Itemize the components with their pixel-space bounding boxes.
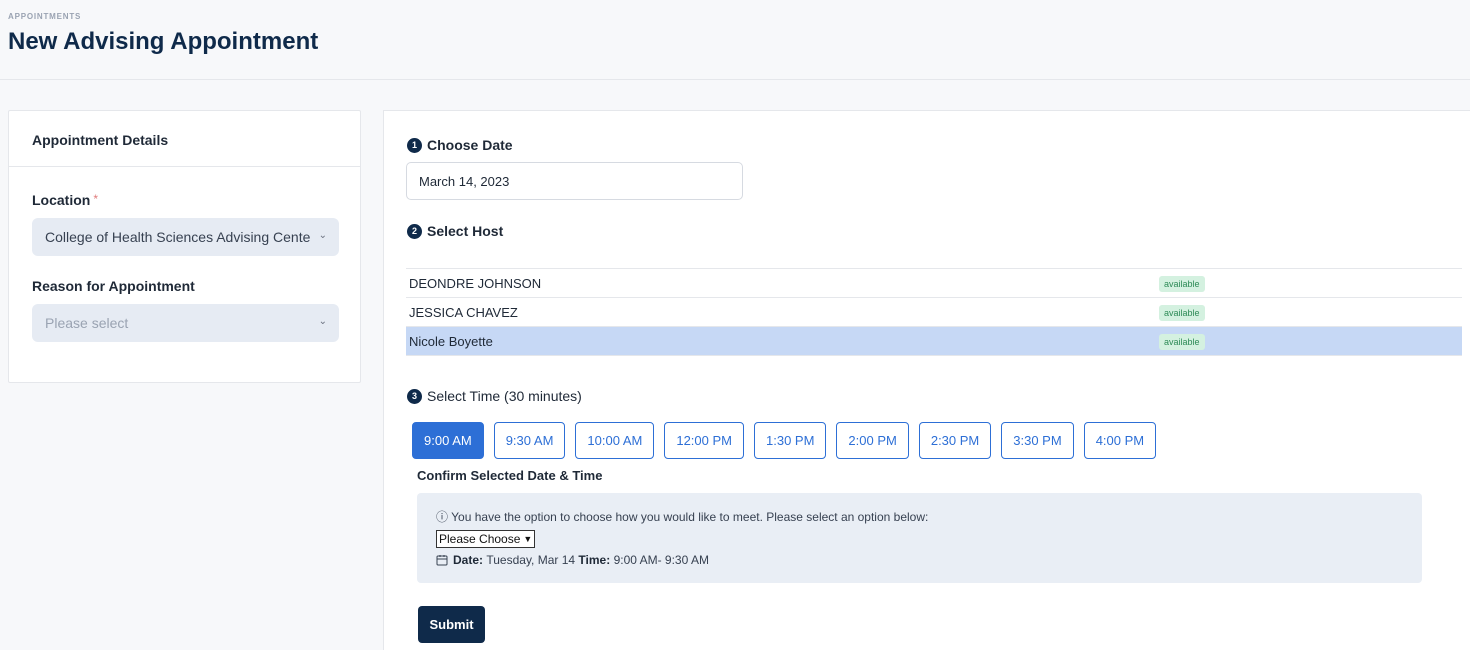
date-input[interactable]: March 14, 2023 <box>406 162 743 200</box>
reason-select-placeholder: Please select <box>45 315 129 331</box>
availability-badge: available <box>1159 276 1205 292</box>
availability-badge: available <box>1159 305 1205 321</box>
submit-button[interactable]: Submit <box>418 606 485 643</box>
meeting-type-value: Please Choose <box>439 532 521 546</box>
host-row[interactable]: DEONDRE JOHNSON available <box>406 269 1462 298</box>
time-slot-button[interactable]: 2:00 PM <box>836 422 909 459</box>
chevron-down-icon: ⌄ <box>318 316 327 327</box>
meeting-option-info: ⓘ You have the option to choose how you … <box>436 508 928 525</box>
select-host-label: Select Host <box>427 223 504 239</box>
time-value: 9:00 AM- 9:30 AM <box>613 553 709 567</box>
time-slot-button[interactable]: 1:30 PM <box>754 422 827 459</box>
select-time-label: Select Time (30 minutes) <box>427 388 582 404</box>
scheduling-panel: 1 Choose Date March 14, 2023 2 Select Ho… <box>383 110 1470 650</box>
meeting-type-select[interactable]: Please Choose ▼ <box>436 530 536 548</box>
host-name: DEONDRE JOHNSON <box>409 276 542 291</box>
page-header: APPOINTMENTS New Advising Appointment <box>0 0 1470 80</box>
time-slot-list: 9:00 AM 9:30 AM 10:00 AM 12:00 PM 1:30 P… <box>412 422 1157 459</box>
date-label: Date: <box>453 553 484 567</box>
host-name: Nicole Boyette <box>409 334 493 349</box>
selected-date-time: Date: Tuesday, Mar 14 Time: 9:00 AM- 9:3… <box>436 553 709 567</box>
choose-date-label: Choose Date <box>427 137 513 153</box>
page-title: New Advising Appointment <box>8 28 319 55</box>
time-slot-button[interactable]: 4:00 PM <box>1083 422 1157 459</box>
availability-badge: available <box>1159 334 1205 350</box>
chevron-down-icon: ▼ <box>523 534 533 544</box>
details-card-title: Appointment Details <box>9 111 360 167</box>
step-number-1: 1 <box>407 137 422 153</box>
date-value: Tuesday, Mar 14 <box>486 553 576 567</box>
time-slot-button[interactable]: 9:00 AM <box>412 422 484 459</box>
reason-label: Reason for Appointment <box>32 278 195 294</box>
chevron-down-icon: ⌄ <box>318 230 327 241</box>
reason-select[interactable]: Please select ⌄ <box>32 304 339 342</box>
host-name: JESSICA CHAVEZ <box>409 305 518 320</box>
step-number-2: 2 <box>407 223 422 239</box>
host-row[interactable]: JESSICA CHAVEZ available <box>406 298 1462 327</box>
location-label-text: Location <box>32 192 91 208</box>
location-select[interactable]: College of Health Sciences Advising Cent… <box>32 218 339 256</box>
appointment-details-card: Appointment Details Location * College of… <box>8 110 361 383</box>
info-icon: ⓘ <box>436 510 449 524</box>
time-slot-button[interactable]: 10:00 AM <box>575 422 655 459</box>
host-row-selected[interactable]: Nicole Boyette available <box>406 327 1462 356</box>
confirm-box: ⓘ You have the option to choose how you … <box>417 493 1422 583</box>
select-time-heading: 3 Select Time (30 minutes) <box>407 388 582 404</box>
time-slot-button[interactable]: 12:00 PM <box>664 422 744 459</box>
confirm-heading: Confirm Selected Date & Time <box>417 468 603 483</box>
time-slot-button[interactable]: 3:30 PM <box>1001 422 1074 459</box>
location-label: Location * <box>32 192 98 208</box>
select-host-heading: 2 Select Host <box>407 223 503 239</box>
time-label: Time: <box>578 553 611 567</box>
time-slot-button[interactable]: 9:30 AM <box>493 422 566 459</box>
breadcrumb[interactable]: APPOINTMENTS <box>8 12 81 21</box>
step-number-3: 3 <box>407 388 422 404</box>
required-marker: * <box>93 192 99 206</box>
host-table: DEONDRE JOHNSON available JESSICA CHAVEZ… <box>406 268 1462 356</box>
calendar-icon <box>436 555 448 566</box>
choose-date-heading: 1 Choose Date <box>407 137 513 153</box>
time-slot-button[interactable]: 2:30 PM <box>918 422 992 459</box>
location-select-value: College of Health Sciences Advising Cent… <box>45 229 311 245</box>
meeting-option-text: You have the option to choose how you wo… <box>451 510 929 524</box>
